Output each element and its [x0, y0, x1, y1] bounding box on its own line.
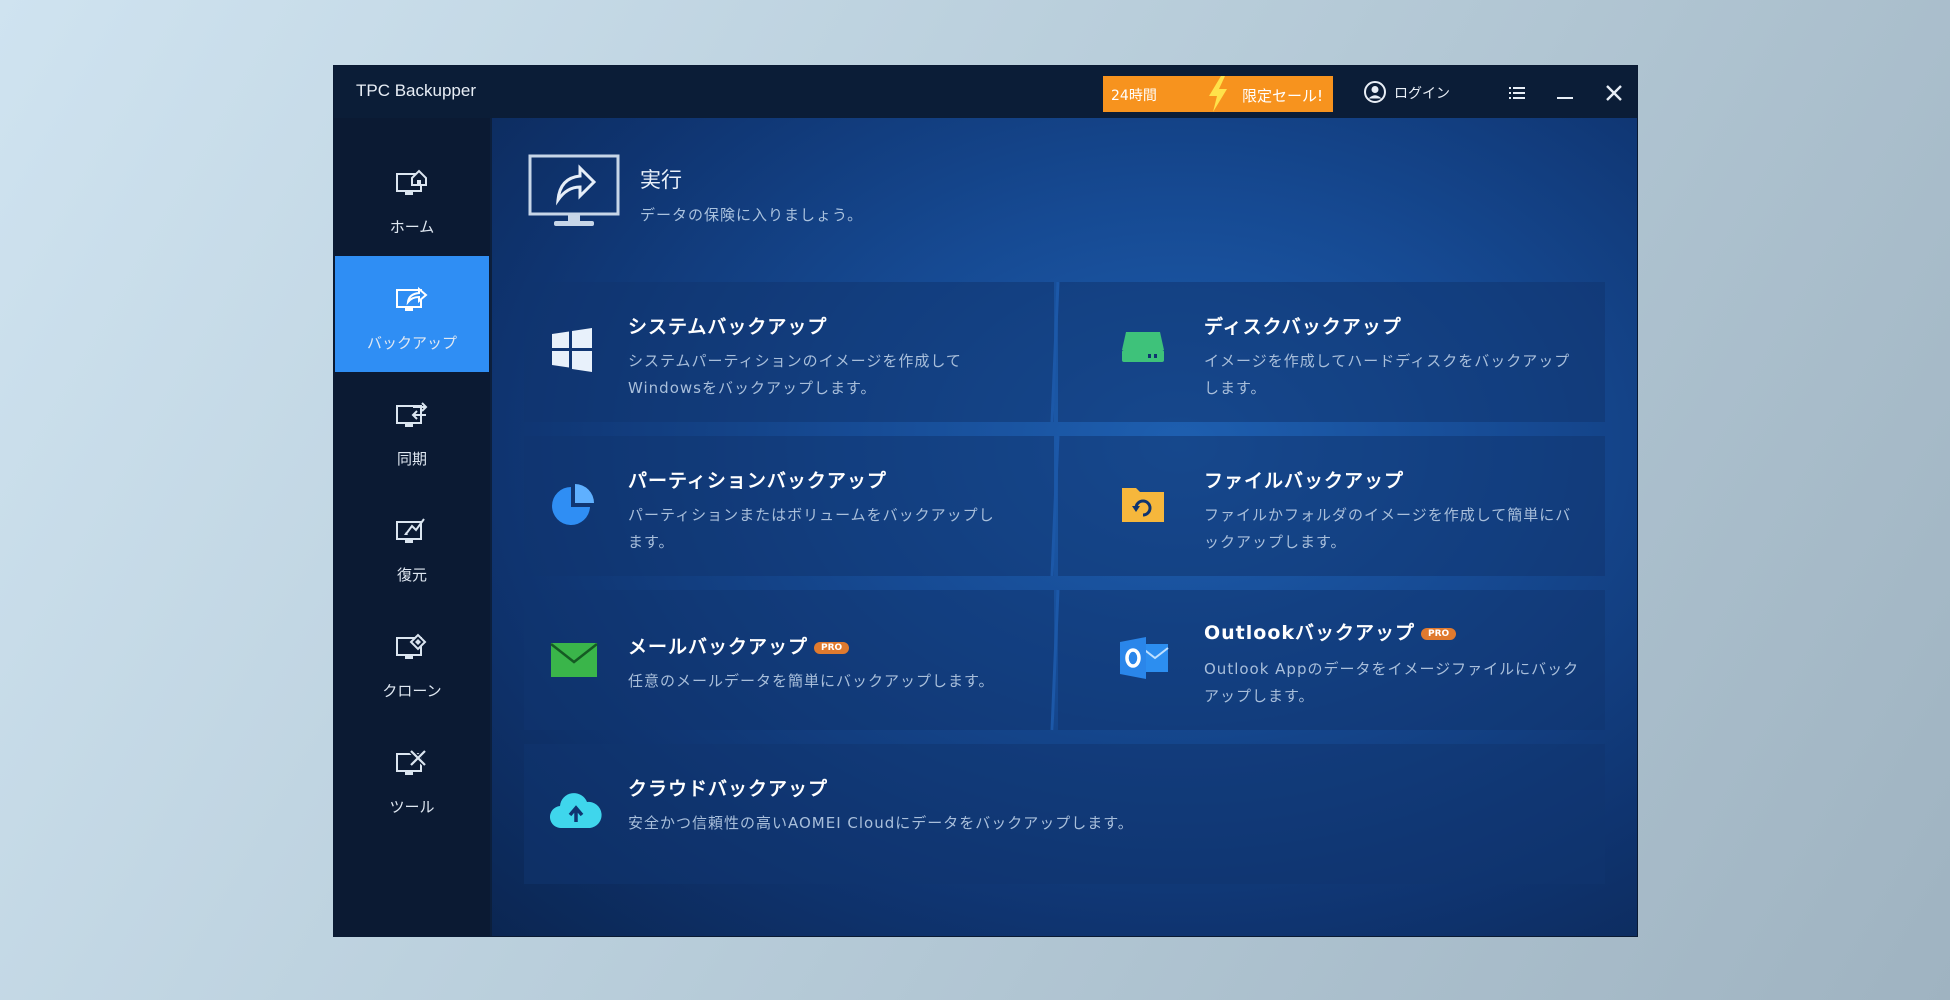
- cloud-upload-icon: [550, 793, 602, 829]
- card-title: ディスクバックアップ: [1204, 316, 1402, 338]
- card-title-text: メールバックアップ: [628, 636, 809, 658]
- backup-monitor-icon: [396, 286, 428, 311]
- card-description: ファイルかフォルダのイメージを作成して簡単にバックアップします。: [1204, 506, 1572, 551]
- backup-header-icon: [528, 154, 620, 226]
- sidebar-item-clone[interactable]: クローン: [335, 604, 489, 720]
- disk-drive-icon: [1122, 332, 1164, 362]
- menu-icon[interactable]: [1504, 80, 1530, 106]
- card-description: パーティションまたはボリュームをバックアップします。: [628, 506, 995, 551]
- lightning-icon: [1209, 76, 1227, 112]
- sidebar: ホーム バックアップ 同期 復元 クローン ツール: [334, 118, 490, 936]
- sidebar-label-tools: ツール: [389, 798, 435, 816]
- pro-badge: PRO: [1421, 627, 1457, 640]
- user-icon: [1364, 81, 1386, 103]
- sidebar-item-sync[interactable]: 同期: [335, 372, 489, 488]
- card-title: クラウドバックアップ: [628, 778, 829, 800]
- pro-badge: PRO: [814, 641, 850, 654]
- page-title: 実行: [640, 168, 682, 192]
- clone-monitor-icon: [396, 633, 427, 659]
- promo-right-text: 限定セール!: [1241, 87, 1323, 105]
- app-window: TPC Backupper 24時間 限定セール! ログイン ホーム バックアッ…: [334, 66, 1637, 936]
- card-description: Outlook Appのデータをイメージファイルにバックアップします。: [1204, 660, 1580, 705]
- card-title-text: Outlookバックアップ: [1204, 622, 1416, 644]
- mail-backup-card[interactable]: メールバックアップ PRO 任意のメールデータを簡単にバックアップします。: [524, 590, 1054, 730]
- promo-banner[interactable]: 24時間 限定セール!: [1103, 76, 1333, 112]
- sidebar-item-tools[interactable]: ツール: [335, 720, 489, 836]
- close-icon[interactable]: [1601, 80, 1627, 106]
- sidebar-item-restore[interactable]: 復元: [335, 488, 489, 604]
- folder-sync-icon: [1122, 488, 1164, 522]
- promo-left-text: 24時間: [1111, 88, 1157, 104]
- main-panel: 実行 データの保険に入りましょう。 システムバックアップ システムパーティション…: [492, 118, 1637, 936]
- title-bar: TPC Backupper 24時間 限定セール! ログイン: [334, 66, 1637, 118]
- sidebar-label-backup: バックアップ: [366, 334, 457, 352]
- partition-pie-icon: [552, 484, 594, 525]
- card-title: システムバックアップ: [628, 316, 828, 338]
- sidebar-label-restore: 復元: [396, 566, 427, 584]
- card-title: パーティションバックアップ: [628, 470, 887, 492]
- system-backup-card[interactable]: システムバックアップ システムパーティションのイメージを作成してWindowsを…: [524, 282, 1054, 422]
- windows-icon: [552, 328, 592, 372]
- page-subtitle: データの保険に入りましょう。: [640, 206, 864, 224]
- card-title: メールバックアップ PRO: [628, 632, 850, 659]
- cloud-backup-card[interactable]: クラウドバックアップ 安全かつ信頼性の高いAOMEI Cloudにデータをバック…: [524, 744, 1605, 884]
- card-title: ファイルバックアップ: [1204, 470, 1405, 492]
- file-backup-card[interactable]: ファイルバックアップ ファイルかフォルダのイメージを作成して簡単にバックアップし…: [1058, 436, 1605, 576]
- tools-monitor-icon: [396, 749, 427, 775]
- minimize-icon[interactable]: [1552, 80, 1578, 106]
- card-description: 任意のメールデータを簡単にバックアップします。: [628, 672, 995, 690]
- disk-backup-card[interactable]: ディスクバックアップ イメージを作成してハードディスクをバックアップします。: [1058, 282, 1605, 422]
- card-description: システムパーティションのイメージを作成してWindowsをバックアップします。: [628, 352, 962, 397]
- outlook-backup-card[interactable]: Outlookバックアップ PRO Outlook Appのデータをイメージファイ…: [1058, 590, 1605, 730]
- sidebar-label-sync: 同期: [396, 450, 427, 468]
- home-monitor-icon: [396, 169, 427, 195]
- mail-icon: [550, 643, 598, 677]
- app-title: TPC Backupper: [356, 81, 476, 100]
- sync-monitor-icon: [396, 402, 428, 427]
- partition-backup-card[interactable]: パーティションバックアップ パーティションまたはボリュームをバックアップします。: [524, 436, 1054, 576]
- sidebar-item-backup[interactable]: バックアップ: [335, 256, 489, 372]
- card-description: 安全かつ信頼性の高いAOMEI Cloudにデータをバックアップします。: [628, 814, 1134, 832]
- sidebar-label-clone: クローン: [382, 682, 442, 700]
- outlook-icon: [1120, 637, 1169, 679]
- sidebar-label-home: ホーム: [389, 218, 435, 236]
- card-divider: [1050, 282, 1060, 731]
- sidebar-item-home[interactable]: ホーム: [335, 140, 489, 256]
- login-label: ログイン: [1394, 86, 1450, 102]
- card-description: イメージを作成してハードディスクをバックアップします。: [1204, 352, 1571, 397]
- card-title: Outlookバックアップ PRO: [1204, 618, 1457, 645]
- restore-monitor-icon: [396, 518, 425, 543]
